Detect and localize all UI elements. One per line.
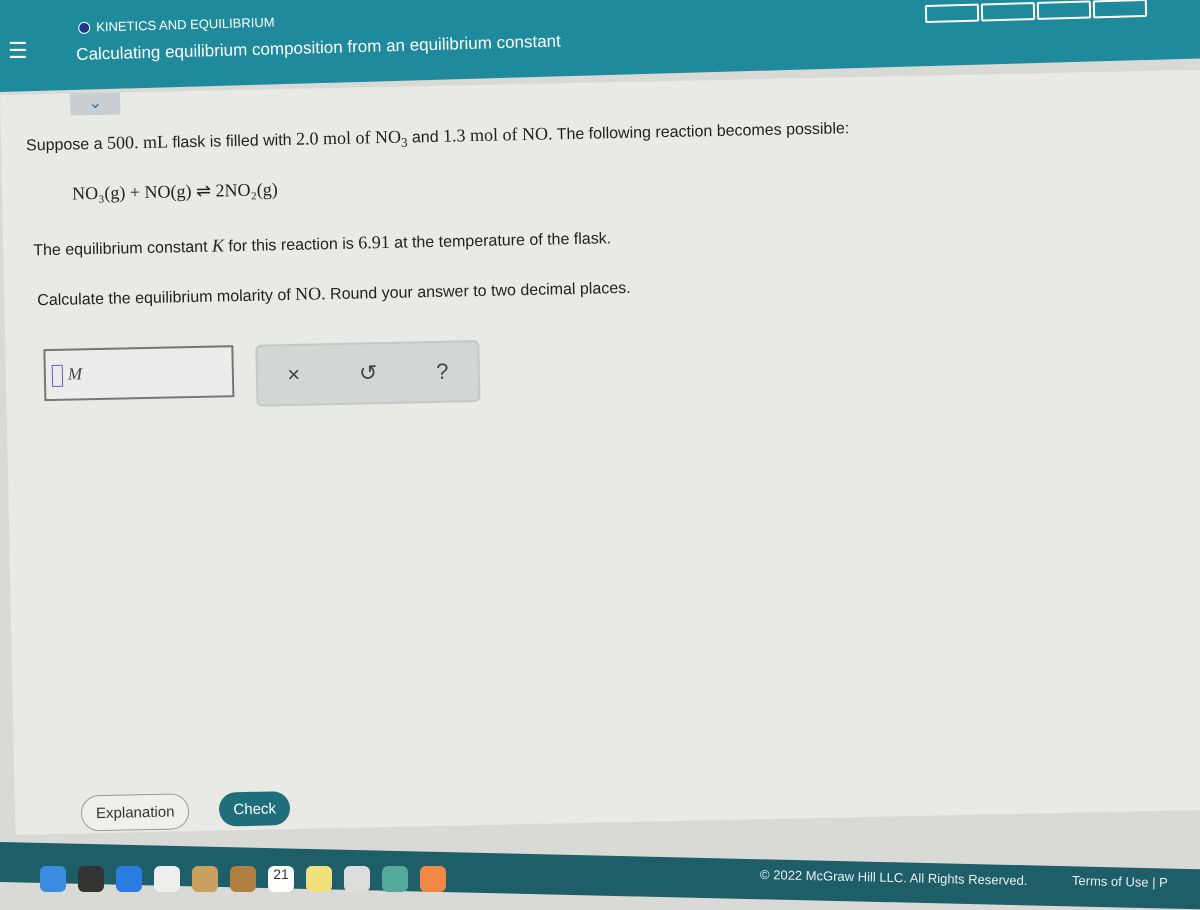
help-icon[interactable]: ? (436, 359, 449, 385)
answer-input[interactable]: M (43, 345, 235, 402)
mail-icon[interactable] (192, 866, 218, 892)
calendar-icon[interactable]: 21 (268, 866, 294, 892)
question-intro: Suppose a 500. mL flask is filled with 2… (25, 120, 850, 155)
input-cursor (51, 364, 64, 387)
photos-icon[interactable] (420, 866, 446, 892)
contacts-icon[interactable] (230, 866, 256, 892)
dock: 21 (0, 866, 680, 900)
category-dot-icon (78, 21, 91, 34)
maps-icon[interactable] (382, 866, 408, 892)
reminders-icon[interactable] (344, 866, 370, 892)
reaction-equation: NO₃(g) + NO(g) ⇌ 2NO₂(g) (71, 179, 278, 204)
launchpad-icon[interactable] (78, 866, 104, 892)
check-button[interactable]: Check (219, 791, 291, 827)
terms-of-use-link[interactable]: Terms of Use | P (1072, 873, 1168, 890)
notes-icon[interactable] (306, 866, 332, 892)
question-panel: ⌄ Suppose a 500. mL flask is filled with… (0, 69, 1200, 835)
chrome-icon[interactable] (154, 866, 180, 892)
safari-icon[interactable] (116, 866, 142, 892)
finder-icon[interactable] (40, 866, 66, 892)
explanation-button[interactable]: Explanation (80, 793, 190, 832)
task-text: Calculate the equilibrium molarity of NO… (37, 279, 631, 310)
undo-icon[interactable]: ↺ (359, 360, 378, 386)
menu-icon[interactable]: ☰ (8, 40, 28, 62)
equilibrium-constant-text: The equilibrium constant K for this reac… (33, 230, 612, 260)
clear-icon[interactable]: × (287, 362, 300, 388)
collapse-chevron-icon[interactable]: ⌄ (69, 92, 121, 116)
answer-tools: × ↺ ? (255, 340, 481, 407)
unit-label: M (67, 364, 83, 384)
